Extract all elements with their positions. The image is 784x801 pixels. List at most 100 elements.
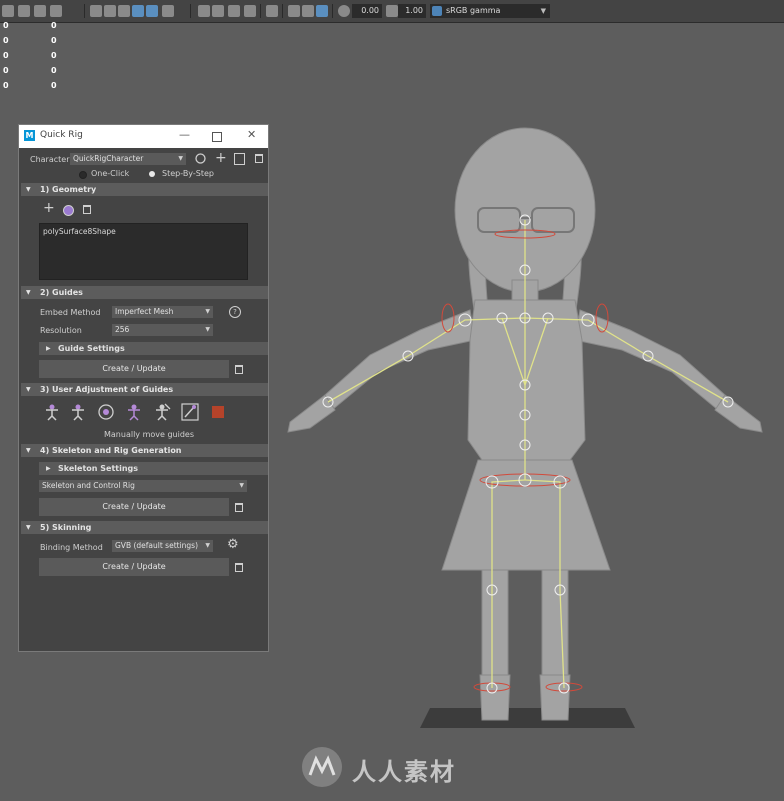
watermark-logo — [302, 747, 342, 787]
sphere-icon[interactable] — [198, 5, 210, 17]
refresh-icon[interactable] — [194, 152, 207, 165]
guide-settings-header[interactable]: ▶ Guide Settings — [39, 342, 268, 355]
chevron-down-icon: ▼ — [540, 7, 546, 15]
quick-rig-window: M Quick Rig — ✕ Character: QuickRigChara… — [18, 124, 269, 652]
binding-method-label: Binding Method — [40, 543, 103, 552]
triangle-right-icon: ▶ — [46, 345, 51, 352]
embed-method-label: Embed Method — [40, 308, 101, 317]
radio-one-click[interactable] — [79, 171, 87, 179]
character-value: QuickRigCharacter — [73, 154, 144, 163]
select-guides-icon[interactable] — [97, 403, 115, 421]
exposure-field[interactable]: 0.00 — [352, 4, 382, 18]
chevron-down-icon: ▼ — [239, 482, 244, 489]
xray-icon[interactable] — [104, 5, 116, 17]
motion-blur-icon[interactable] — [228, 5, 240, 17]
light-icon[interactable] — [118, 5, 130, 17]
hud-value: 0 — [51, 51, 57, 60]
delete-skeleton-icon[interactable] — [235, 503, 243, 512]
rig-type-select[interactable]: Skeleton and Control Rig ▼ — [39, 480, 247, 492]
grid-icon[interactable] — [2, 5, 14, 17]
mirror-left-icon[interactable] — [43, 403, 61, 421]
viewport-toolbar: 0.00 1.00 sRGB gamma ▼ — [0, 0, 784, 23]
embed-method-value: Imperfect Mesh — [115, 307, 174, 316]
shadow-icon[interactable] — [212, 5, 224, 17]
remove-geometry-icon[interactable] — [83, 205, 91, 214]
minimize-icon[interactable]: — — [179, 128, 190, 141]
embed-method-select[interactable]: Imperfect Mesh ▼ — [112, 306, 213, 318]
list-item[interactable]: polySurface8Shape — [43, 227, 244, 236]
chevron-down-icon: ▼ — [205, 542, 210, 549]
add-icon[interactable]: + — [215, 151, 227, 165]
guide-color-swatch[interactable] — [212, 406, 224, 418]
binding-method-select[interactable]: GVB (default settings) ▼ — [112, 540, 213, 552]
window-title: Quick Rig — [40, 130, 83, 140]
resolution-value: 256 — [115, 325, 130, 334]
exposure-icon[interactable] — [338, 5, 350, 17]
textured-icon[interactable] — [146, 5, 158, 17]
select-geometry-icon[interactable] — [63, 205, 74, 216]
character-select[interactable]: QuickRigCharacter ▼ — [70, 153, 186, 165]
shaded-icon[interactable] — [50, 5, 62, 17]
gamma-field[interactable]: 1.00 — [398, 4, 426, 18]
ground-grid — [420, 708, 635, 728]
section-geometry[interactable]: ▼ 1) Geometry — [21, 183, 268, 196]
camera-icon[interactable] — [18, 5, 30, 17]
chevron-down-icon: ▼ — [205, 308, 210, 315]
delete-skinning-icon[interactable] — [235, 563, 243, 572]
cube-icon[interactable] — [34, 5, 46, 17]
create-update-skinning-button[interactable]: Create / Update — [39, 558, 229, 576]
manual-guides-caption: Manually move guides — [104, 430, 194, 439]
resolution-gate-icon[interactable] — [288, 5, 300, 17]
geometry-list[interactable]: polySurface8Shape — [39, 223, 248, 280]
maximize-icon[interactable] — [212, 132, 222, 142]
resolution-select[interactable]: 256 ▼ — [112, 324, 213, 336]
radio-step-by-step[interactable] — [149, 171, 155, 177]
lights-icon[interactable] — [162, 5, 174, 17]
antialias-icon[interactable] — [244, 5, 256, 17]
show-guides-icon[interactable] — [125, 403, 143, 421]
resolution-label: Resolution — [40, 326, 82, 335]
help-icon[interactable]: ? — [229, 306, 241, 318]
hud-value: 0 — [3, 66, 9, 75]
rig-type-value: Skeleton and Control Rig — [42, 481, 135, 490]
isolate-select-icon[interactable] — [266, 5, 278, 17]
create-update-guides-button[interactable]: Create / Update — [39, 360, 229, 378]
triangle-down-icon: ▼ — [26, 447, 31, 454]
character-label: Character: — [30, 155, 73, 164]
section-skeleton[interactable]: ▼ 4) Skeleton and Rig Generation — [21, 444, 268, 457]
viewport-character[interactable] — [270, 100, 780, 740]
section-guides[interactable]: ▼ 2) Guides — [21, 286, 268, 299]
gamma-icon[interactable] — [386, 5, 398, 17]
safe-action-icon[interactable] — [316, 5, 328, 17]
trash-icon[interactable] — [255, 154, 263, 163]
create-update-skeleton-button[interactable]: Create / Update — [39, 498, 229, 516]
hud-value: 0 — [51, 36, 57, 45]
hud-value: 0 — [3, 21, 9, 30]
skeleton-settings-header[interactable]: ▶ Skeleton Settings — [39, 462, 268, 475]
guide-color-icon[interactable] — [181, 403, 199, 421]
hud-value: 0 — [3, 36, 9, 45]
gear-icon[interactable]: ⚙ — [227, 538, 239, 551]
chevron-down-icon: ▼ — [205, 326, 210, 333]
triangle-down-icon: ▼ — [26, 186, 31, 193]
section-user-adjustment[interactable]: ▼ 3) User Adjustment of Guides — [21, 383, 268, 396]
triangle-right-icon: ▶ — [46, 465, 51, 472]
triangle-down-icon: ▼ — [26, 386, 31, 393]
isolate-icon[interactable] — [132, 5, 144, 17]
film-gate-icon[interactable] — [302, 5, 314, 17]
triangle-down-icon: ▼ — [26, 524, 31, 531]
step-by-step-label: Step-By-Step — [162, 169, 214, 178]
window-titlebar[interactable]: M Quick Rig — ✕ — [19, 125, 268, 148]
section-skinning[interactable]: ▼ 5) Skinning — [21, 521, 268, 534]
duplicate-icon[interactable] — [234, 153, 245, 165]
delete-guides-icon[interactable] — [235, 365, 243, 374]
add-geometry-icon[interactable]: + — [43, 201, 55, 215]
close-icon[interactable]: ✕ — [247, 128, 256, 141]
wireframe-icon[interactable] — [90, 5, 102, 17]
color-space-select[interactable]: sRGB gamma ▼ — [430, 4, 550, 18]
binding-method-value: GVB (default settings) — [115, 541, 199, 550]
hud-value: 0 — [51, 21, 57, 30]
hide-guides-icon[interactable] — [153, 403, 171, 421]
hud-value: 0 — [51, 66, 57, 75]
mirror-right-icon[interactable] — [69, 403, 87, 421]
